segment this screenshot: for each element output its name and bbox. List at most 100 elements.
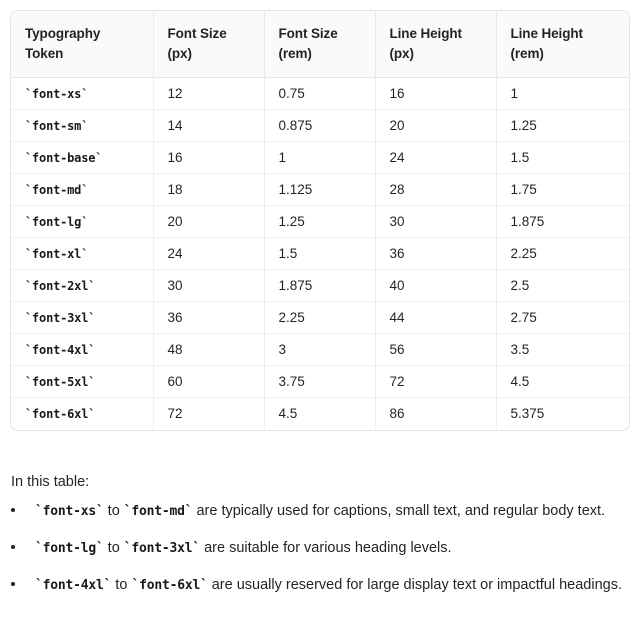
cell-token: `font-lg`: [11, 205, 154, 238]
cell-font-size-px: 72: [153, 397, 265, 430]
token-code: `font-3xl`: [25, 310, 96, 325]
cell-font-size-px: 30: [153, 269, 265, 302]
table-row: `font-md` 18 1.125 28 1.75: [11, 173, 629, 206]
table-row: `font-4xl` 48 3 56 3.5: [11, 333, 629, 366]
token-code-start: `font-4xl`: [35, 578, 112, 593]
cell-font-size-rem: 1.5: [264, 237, 376, 270]
header-line-1: Font Size: [167, 26, 227, 41]
cell-token: `font-md`: [11, 173, 154, 206]
bullet-connector: to: [111, 577, 132, 593]
table-body: `font-xs` 12 0.75 16 1 `font-sm` 14 0.87…: [11, 77, 629, 430]
token-code: `font-md`: [25, 182, 89, 197]
cell-font-size-rem: 1.25: [264, 205, 376, 238]
column-header-typography-token: Typography Token: [11, 11, 154, 78]
cell-token: `font-base`: [11, 141, 154, 174]
token-code: `font-base`: [25, 150, 103, 165]
cell-line-height-px: 16: [375, 77, 497, 110]
token-code: `font-lg`: [25, 214, 89, 229]
header-line-2: (px): [389, 46, 414, 61]
table-row: `font-xl` 24 1.5 36 2.25: [11, 237, 629, 270]
page-root: Typography Token Font Size (px) Font Siz…: [0, 0, 640, 644]
cell-line-height-rem: 2.5: [496, 269, 629, 302]
cell-font-size-px: 14: [153, 109, 265, 142]
cell-font-size-px: 60: [153, 365, 265, 398]
header-line-2: (px): [167, 46, 192, 61]
bullet-text: are suitable for various heading levels.: [200, 540, 452, 556]
list-item: `font-xs` to `font-md` are typically use…: [11, 497, 629, 526]
list-item: `font-lg` to `font-3xl` are suitable for…: [11, 534, 629, 563]
cell-line-height-rem: 1.5: [496, 141, 629, 174]
bullet-dot-icon: [11, 582, 15, 586]
bullet-connector: to: [103, 503, 124, 519]
cell-token: `font-sm`: [11, 109, 154, 142]
cell-line-height-px: 24: [375, 141, 497, 174]
token-code-start: `font-lg`: [35, 541, 104, 556]
cell-font-size-rem: 1.125: [264, 173, 376, 206]
token-code-end: `font-3xl`: [123, 541, 201, 556]
cell-token: `font-4xl`: [11, 333, 154, 366]
header-line-1: Line Height: [510, 26, 584, 41]
cell-font-size-rem: 0.75: [264, 77, 376, 110]
table-row: `font-base` 16 1 24 1.5: [11, 141, 629, 174]
header-line-1: Typography: [25, 26, 101, 41]
cell-font-size-rem: 0.875: [264, 109, 376, 142]
header-line-2: Token: [25, 46, 64, 61]
bullet-text: are usually reserved for large display t…: [207, 577, 622, 593]
bullet-dot-icon: [11, 545, 15, 549]
cell-font-size-rem: 1.875: [264, 269, 376, 302]
table-row: `font-2xl` 30 1.875 40 2.5: [11, 269, 629, 302]
cell-font-size-rem: 4.5: [264, 397, 376, 430]
cell-font-size-px: 16: [153, 141, 265, 174]
cell-line-height-rem: 4.5: [496, 365, 629, 398]
cell-line-height-rem: 1.75: [496, 173, 629, 206]
column-header-font-size-px: Font Size (px): [153, 11, 265, 78]
table-row: `font-lg` 20 1.25 30 1.875: [11, 205, 629, 238]
cell-font-size-px: 24: [153, 237, 265, 270]
cell-token: `font-xs`: [11, 77, 154, 110]
token-code-start: `font-xs`: [35, 504, 104, 519]
cell-font-size-px: 20: [153, 205, 265, 238]
bullet-connector: to: [103, 540, 124, 556]
token-code: `font-xl`: [25, 246, 89, 261]
cell-line-height-px: 72: [375, 365, 497, 398]
cell-font-size-rem: 3.75: [264, 365, 376, 398]
table: Typography Token Font Size (px) Font Siz…: [11, 11, 629, 430]
cell-token: `font-3xl`: [11, 301, 154, 334]
table-row: `font-6xl` 72 4.5 86 5.375: [11, 397, 629, 430]
token-code: `font-xs`: [25, 86, 89, 101]
cell-font-size-rem: 3: [264, 333, 376, 366]
cell-font-size-rem: 2.25: [264, 301, 376, 334]
token-code: `font-6xl`: [25, 406, 96, 421]
cell-line-height-rem: 5.375: [510, 405, 545, 421]
table-row: `font-5xl` 60 3.75 72 4.5: [11, 365, 629, 398]
cell-line-height-rem: 1: [496, 77, 629, 110]
token-code: `font-2xl`: [25, 278, 96, 293]
token-code-end: `font-md`: [123, 504, 193, 519]
table-row: `font-sm` 14 0.875 20 1.25: [11, 109, 629, 142]
cell-line-height-px: 28: [375, 173, 497, 206]
cell-line-height-rem: 3.5: [496, 333, 629, 366]
table-row: `font-3xl` 36 2.25 44 2.75: [11, 301, 629, 334]
cell-line-height-rem: 1.25: [496, 109, 629, 142]
cell-line-height-px: 44: [375, 301, 497, 334]
cell-line-height-rem: 2.25: [496, 237, 629, 270]
cell-font-size-px: 36: [153, 301, 265, 334]
list-item: `font-4xl` to `font-6xl` are usually res…: [11, 571, 629, 600]
token-code: `font-4xl`: [25, 342, 96, 357]
bullet-text: are typically used for captions, small t…: [192, 503, 606, 519]
cell-font-size-px: 12: [153, 77, 265, 110]
table-row: `font-xs` 12 0.75 16 1: [11, 77, 629, 110]
token-code: `font-sm`: [25, 118, 89, 133]
column-header-line-height-rem: Line Height (rem): [496, 11, 629, 78]
cell-line-height-px: 86: [375, 397, 497, 430]
cell-line-height-px: 30: [375, 205, 497, 238]
header-line-2: (rem): [510, 46, 544, 61]
cell-token: `font-5xl`: [11, 365, 154, 398]
intro-paragraph: In this table:: [11, 473, 90, 490]
typography-token-table: Typography Token Font Size (px) Font Siz…: [10, 10, 630, 431]
bullet-dot-icon: [11, 508, 15, 512]
header-line-2: (rem): [278, 46, 312, 61]
table-header: Typography Token Font Size (px) Font Siz…: [11, 11, 629, 78]
cell-token: `font-xl`: [11, 237, 154, 270]
column-header-font-size-rem: Font Size (rem): [264, 11, 376, 78]
